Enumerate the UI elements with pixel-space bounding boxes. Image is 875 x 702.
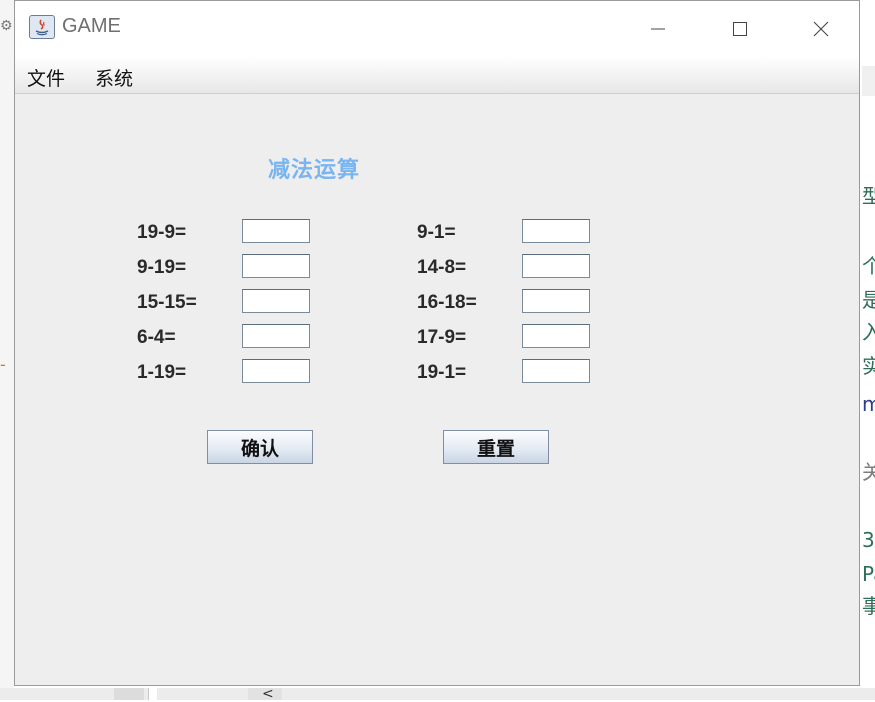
question-label: 9-1= — [417, 222, 456, 243]
background-segment — [148, 688, 157, 700]
answer-input[interactable] — [242, 219, 310, 243]
maximize-icon — [733, 22, 747, 36]
background-segment — [114, 688, 144, 700]
background-bottom-strip: < — [0, 686, 875, 702]
background-left-glyph: ⚙ — [0, 18, 13, 34]
answer-input[interactable] — [522, 254, 590, 278]
question-label: 19-9= — [137, 222, 187, 243]
window-title: GAME — [62, 15, 121, 37]
close-button[interactable] — [781, 1, 861, 57]
background-fragment: 实 — [862, 354, 875, 378]
question-label: 19-1= — [417, 362, 467, 383]
background-fragment: 入 — [862, 320, 875, 344]
answer-input[interactable] — [522, 219, 590, 243]
menu-file[interactable]: 文件 — [27, 64, 65, 91]
background-left-fragment: - — [0, 355, 6, 374]
background-fragment: 是 — [862, 288, 875, 312]
answer-input[interactable] — [242, 359, 310, 383]
answer-input[interactable] — [522, 289, 590, 313]
question-label: 15-15= — [137, 292, 197, 313]
answer-input[interactable] — [522, 359, 590, 383]
question-label: 9-19= — [137, 257, 187, 278]
background-fragment: Pa — [862, 562, 875, 586]
background-fragment: 3C — [862, 528, 875, 552]
game-window: GAME 文件 系统 减法运算 19-9= 9-19= 15-15= 6-4= … — [14, 0, 860, 686]
background-left-strip — [0, 0, 14, 700]
background-fragment: 个 — [862, 254, 875, 278]
confirm-button[interactable]: 确认 — [207, 430, 313, 464]
java-app-icon — [29, 15, 55, 39]
content-panel: 减法运算 19-9= 9-19= 15-15= 6-4= 1-19= 9-1= … — [15, 94, 859, 685]
question-label: 6-4= — [137, 327, 176, 348]
answer-input[interactable] — [522, 324, 590, 348]
answer-input[interactable] — [242, 324, 310, 348]
question-label: 17-9= — [417, 327, 467, 348]
minimize-icon — [651, 28, 665, 30]
background-fragment: m — [862, 392, 875, 416]
question-label: 14-8= — [417, 257, 467, 278]
background-fragment: 关 — [862, 460, 875, 484]
menu-system[interactable]: 系统 — [95, 64, 133, 91]
title-bar[interactable]: GAME — [15, 1, 859, 57]
answer-input[interactable] — [242, 254, 310, 278]
menu-bar: 文件 系统 — [15, 57, 859, 94]
question-label: 16-18= — [417, 292, 477, 313]
background-tab — [862, 66, 875, 96]
minimize-button[interactable] — [618, 1, 698, 57]
background-editor-strip: 型 个 是 入 实 m 关 3C Pa 事 — [862, 0, 875, 700]
close-icon — [813, 21, 829, 37]
background-fragment: 型 — [862, 184, 875, 208]
question-label: 1-19= — [137, 362, 187, 383]
maximize-button[interactable] — [700, 1, 780, 57]
reset-button[interactable]: 重置 — [443, 430, 549, 464]
page-title: 减法运算 — [268, 158, 361, 183]
answer-input[interactable] — [242, 289, 310, 313]
background-fragment: 事 — [862, 594, 875, 618]
